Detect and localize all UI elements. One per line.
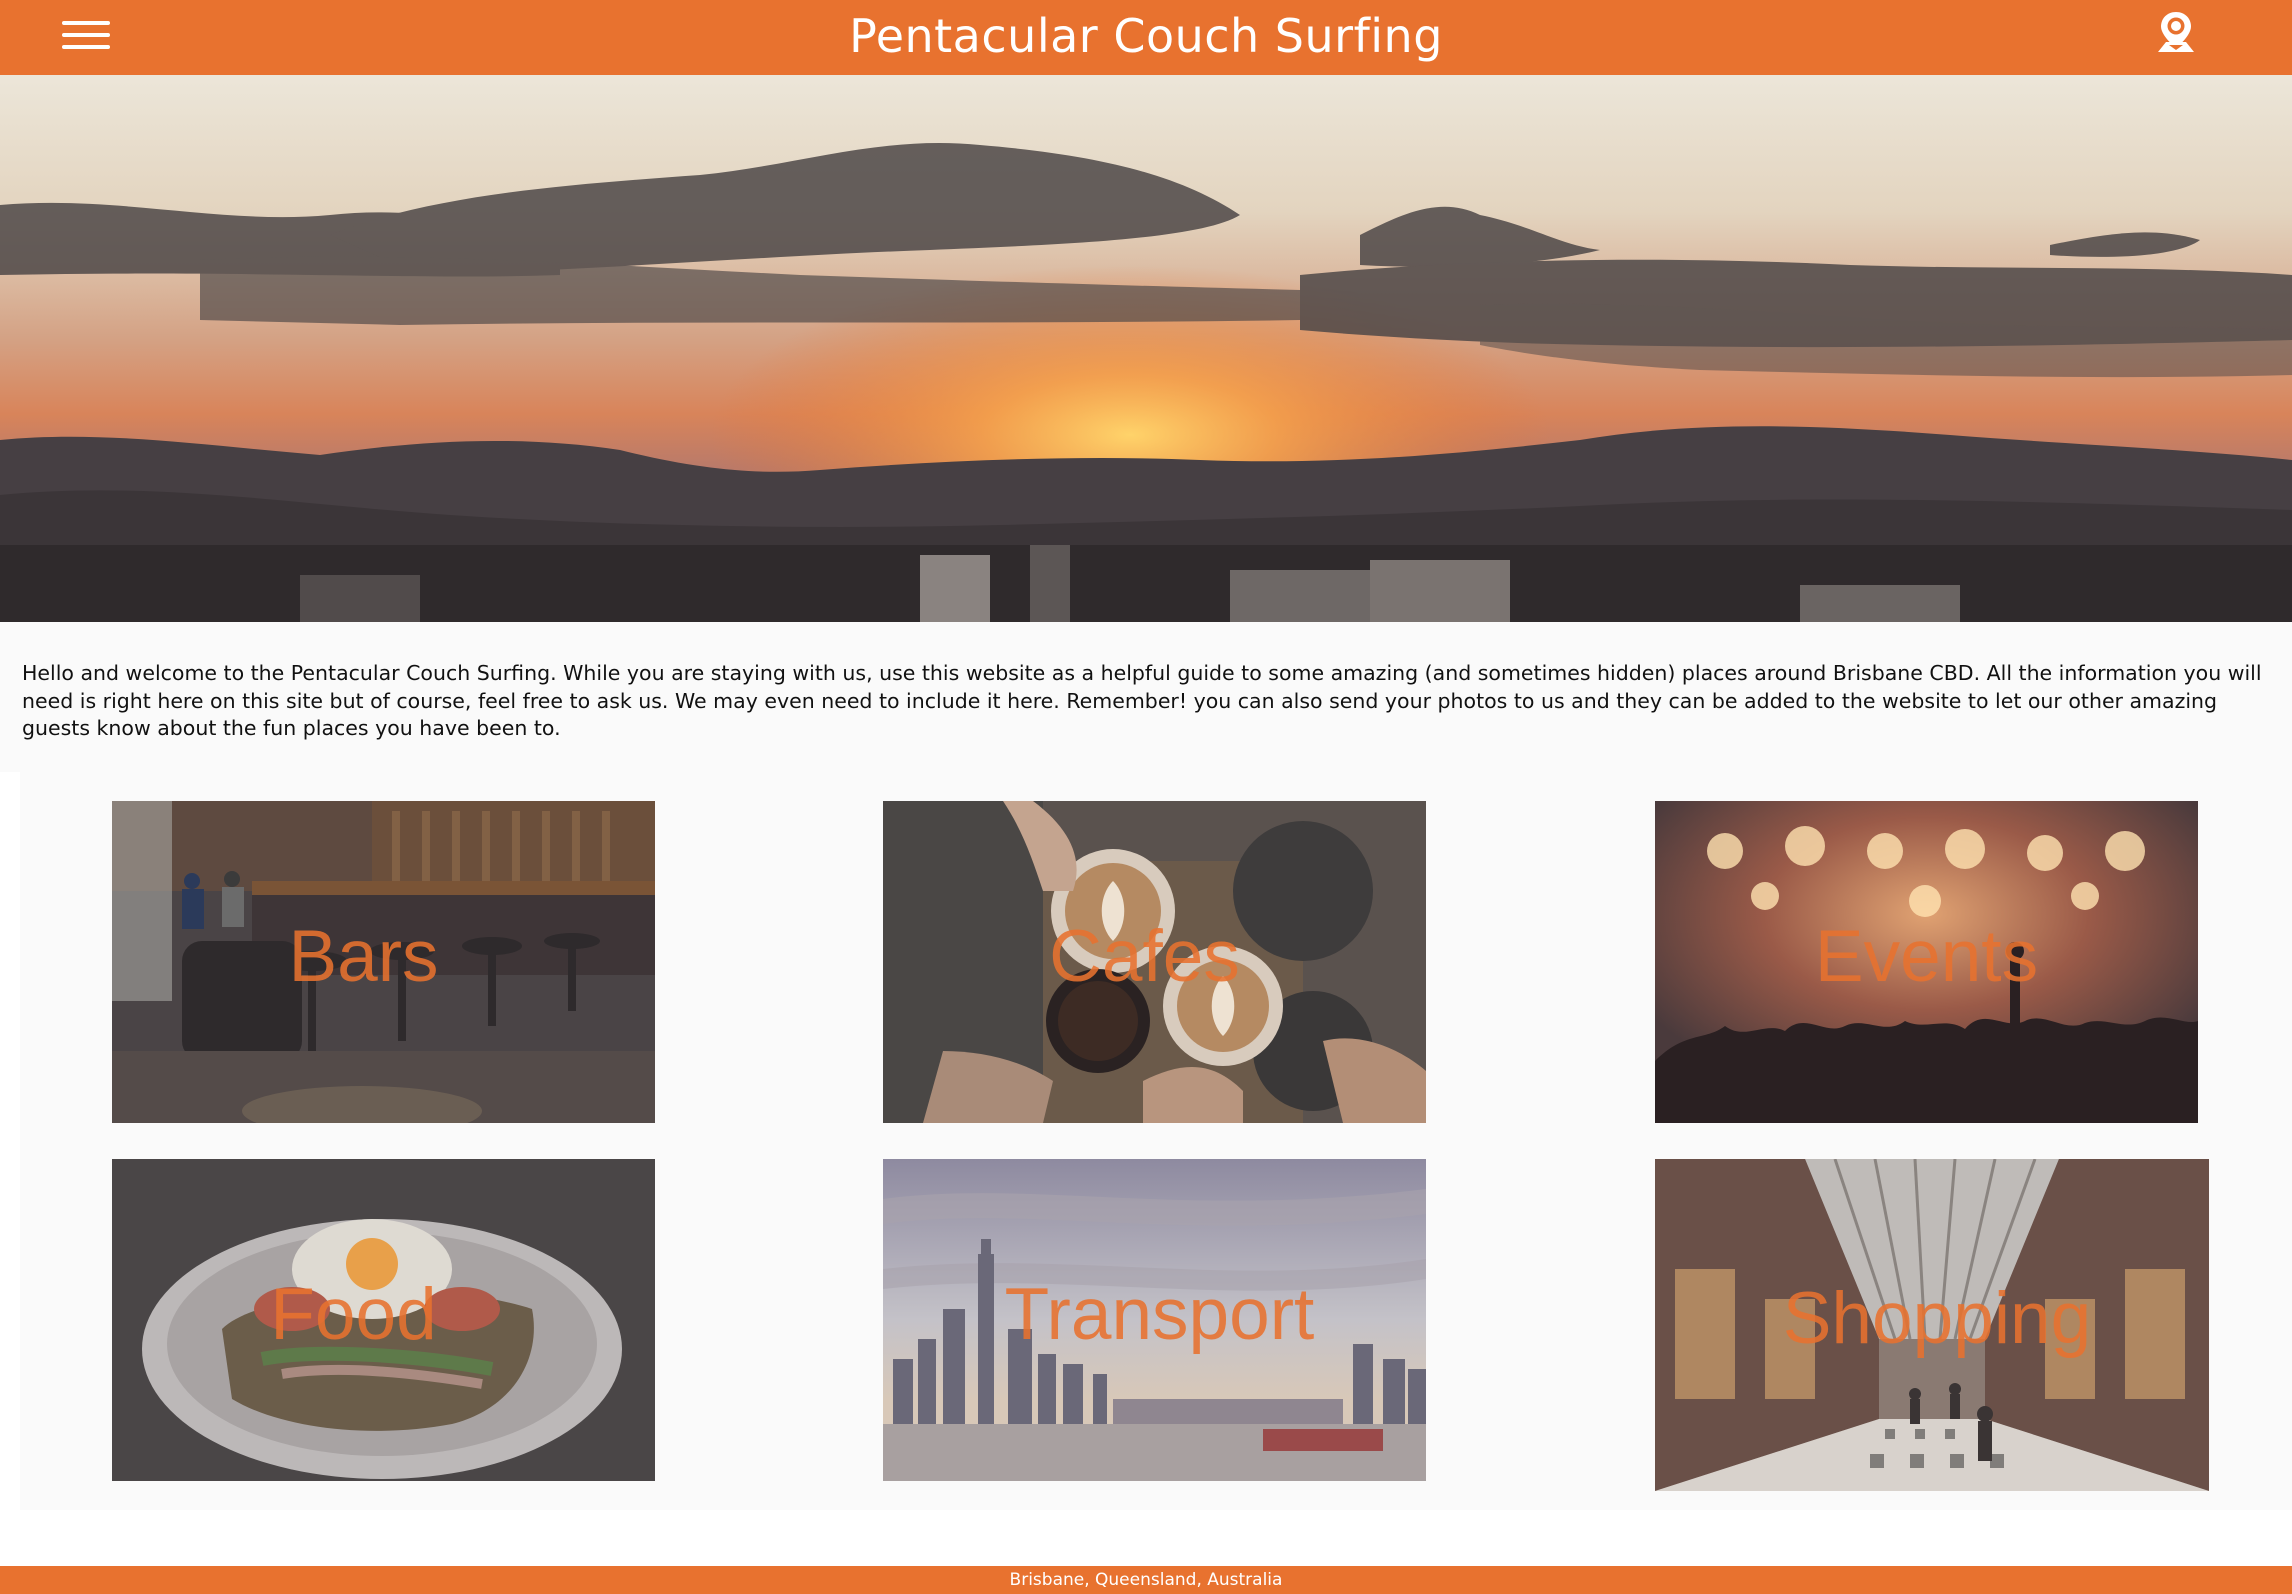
hero-banner-image [0, 75, 2292, 622]
category-label: Bars [288, 916, 439, 997]
category-label: Food [270, 1274, 437, 1355]
category-tile-transport[interactable]: Transport [883, 1159, 1426, 1481]
intro-section: Hello and welcome to the Pentacular Couc… [0, 622, 2292, 772]
category-label: Cafes [1049, 916, 1240, 997]
category-tile-shopping[interactable]: Shopping [1655, 1159, 2209, 1491]
category-tile-events[interactable]: Events [1655, 801, 2198, 1123]
category-tile-cafes[interactable]: Cafes [883, 801, 1426, 1123]
category-tile-food[interactable]: Food [112, 1159, 655, 1481]
footer: Brisbane, Queensland, Australia [0, 1566, 2292, 1594]
category-label: Events [1814, 916, 2039, 997]
category-label: Shopping [1782, 1278, 2092, 1359]
intro-text: Hello and welcome to the Pentacular Couc… [22, 661, 2262, 740]
footer-text: Brisbane, Queensland, Australia [1009, 1570, 1283, 1590]
site-title: Pentacular Couch Surfing [849, 9, 1443, 63]
category-label: Transport [1004, 1274, 1315, 1355]
category-tile-bars[interactable]: Bars [112, 801, 655, 1123]
top-nav-bar: Pentacular Couch Surfing [0, 0, 2292, 75]
map-pin-icon[interactable] [2152, 8, 2200, 56]
